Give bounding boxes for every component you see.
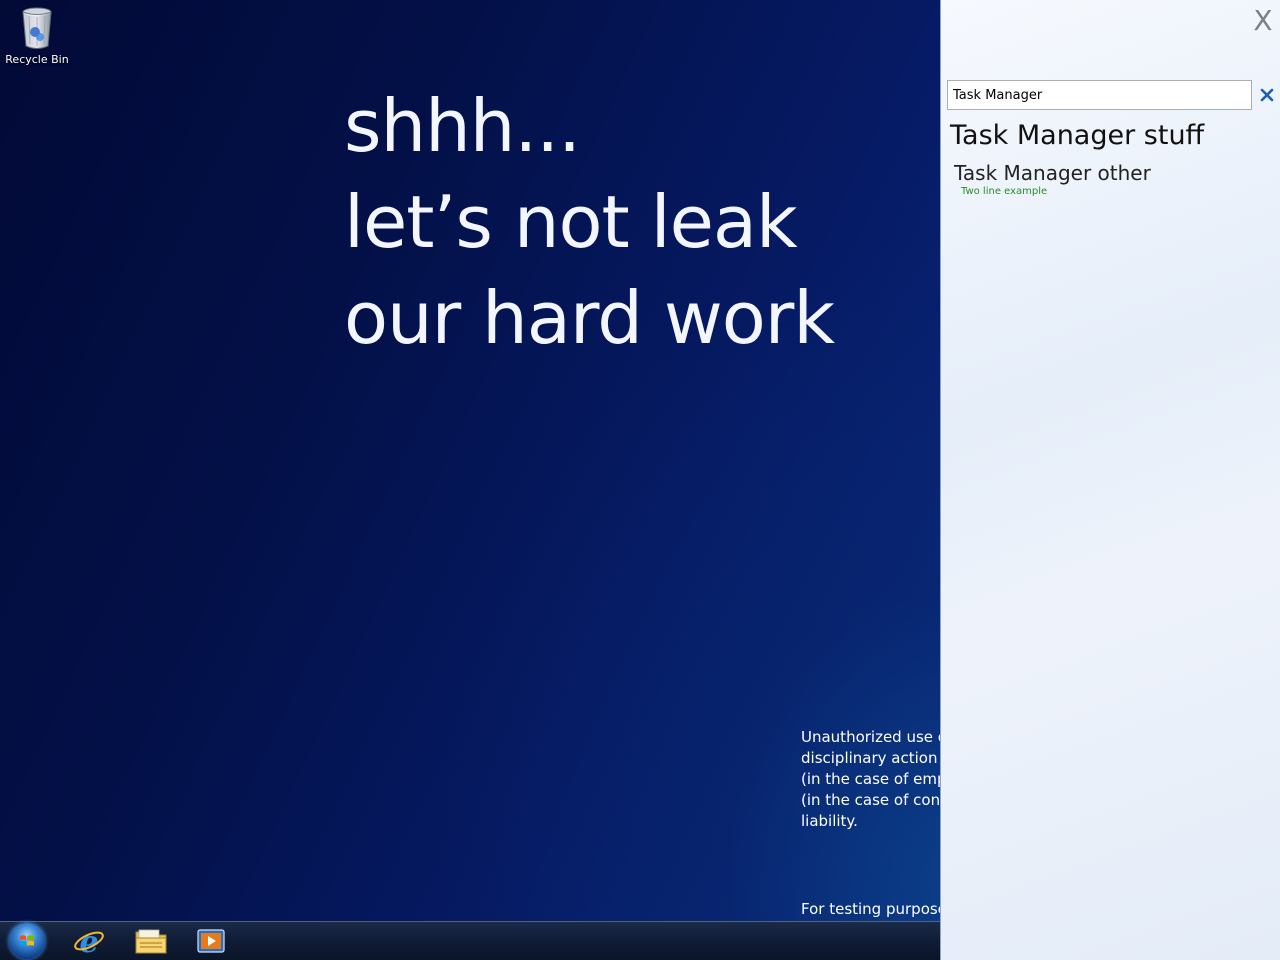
recycle-bin-label: Recycle Bin bbox=[5, 53, 69, 66]
start-button[interactable] bbox=[2, 923, 52, 959]
search-result-title: Task Manager other bbox=[954, 161, 1151, 185]
svg-text:e: e bbox=[79, 925, 98, 957]
legal-line: Unauthorized use o bbox=[801, 728, 940, 746]
folder-icon bbox=[135, 929, 167, 954]
legal-line: liability. bbox=[801, 812, 858, 830]
internet-explorer-icon: e bbox=[74, 925, 104, 957]
internet-explorer-button[interactable]: e bbox=[64, 924, 114, 958]
legal-line: disciplinary action u bbox=[801, 749, 940, 767]
panel-close-button[interactable]: X bbox=[1250, 4, 1276, 38]
recycle-bin-icon bbox=[22, 7, 52, 49]
clear-x-icon[interactable] bbox=[1258, 86, 1276, 104]
search-result-item[interactable]: Task Manager other Two line example bbox=[954, 161, 1151, 197]
legal-notice: Unauthorized use o disciplinary action u… bbox=[801, 727, 940, 832]
search-result-item[interactable]: Task Manager stuff bbox=[950, 120, 1204, 151]
slogan-line-3: our hard work bbox=[344, 276, 835, 360]
legal-line: (in the case of contin bbox=[801, 791, 940, 809]
recycle-bin-shortcut[interactable]: Recycle Bin bbox=[4, 6, 70, 66]
legal-line: (in the case of emplo bbox=[801, 770, 940, 788]
slogan-line-1: shhh... bbox=[344, 84, 581, 168]
media-player-button[interactable] bbox=[186, 924, 236, 958]
search-result-subtitle: Two line example bbox=[961, 186, 1048, 197]
windows-explorer-button[interactable] bbox=[126, 924, 176, 958]
search-panel: X Task Manager stuff Task Manager other … bbox=[940, 0, 1280, 960]
media-player-icon bbox=[197, 929, 225, 953]
taskbar: e bbox=[0, 921, 940, 960]
testing-note: For testing purposes bbox=[801, 900, 940, 918]
search-input[interactable] bbox=[947, 80, 1252, 110]
slogan-line-2: let’s not leak bbox=[344, 180, 798, 264]
slogan-text: shhh... let’s not leak our hard work bbox=[344, 78, 835, 366]
desktop: Recycle Bin shhh... let’s not leak our h… bbox=[0, 0, 940, 921]
windows-start-orb-icon bbox=[9, 923, 45, 959]
